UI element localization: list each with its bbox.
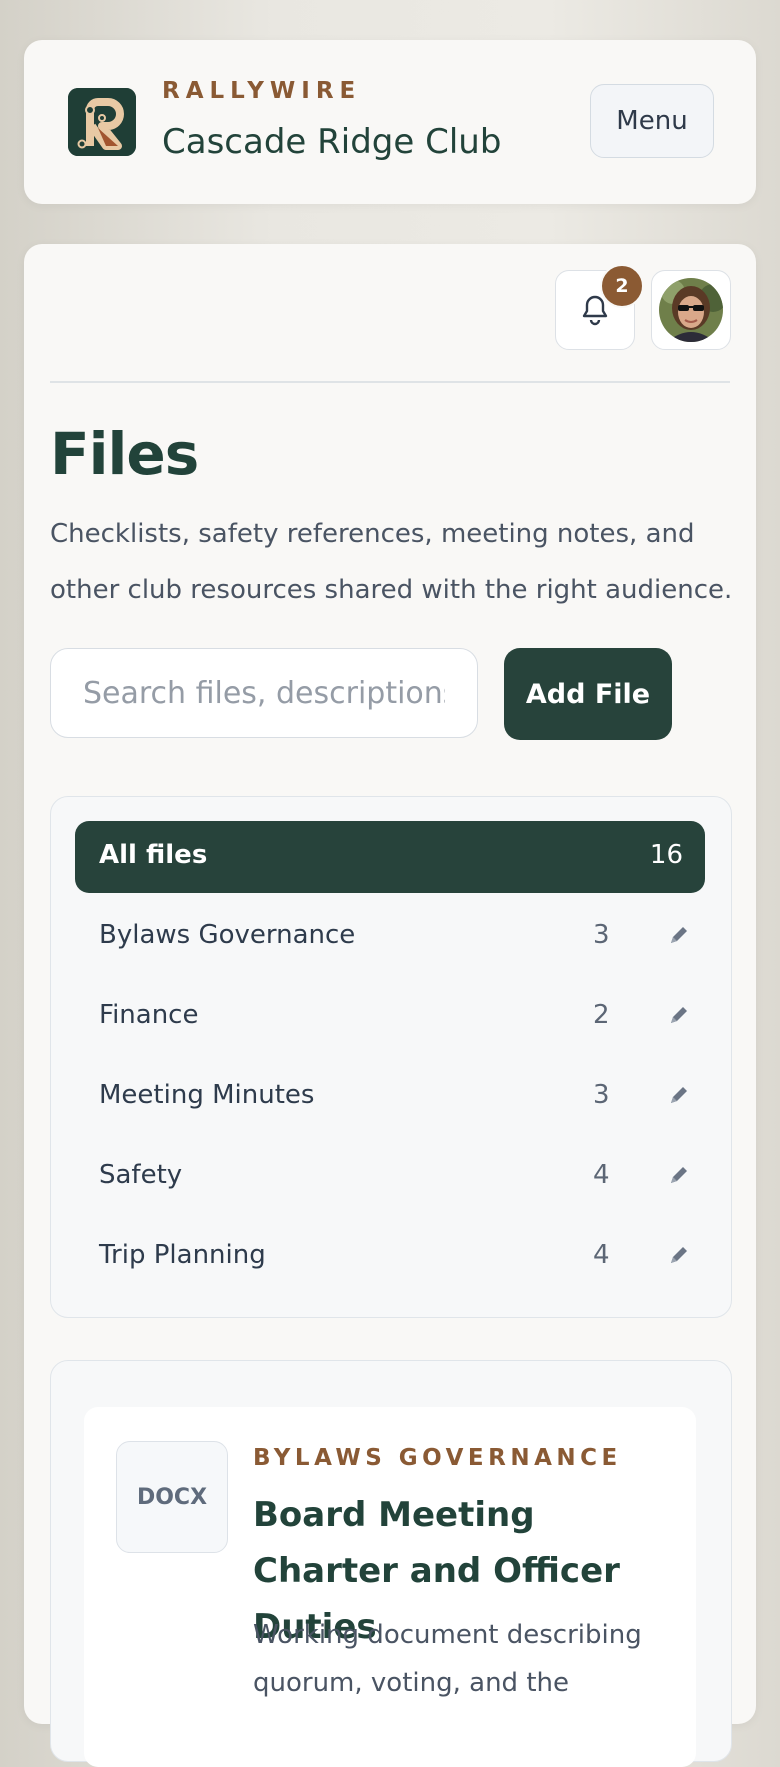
category-label: Safety <box>99 1160 183 1190</box>
category-bylaws-governance[interactable]: Bylaws Governance 3 <box>75 901 705 973</box>
page-title: Files <box>50 420 199 488</box>
category-label: Finance <box>99 1000 199 1030</box>
club-name: Cascade Ridge Club <box>162 122 502 162</box>
category-count: 4 <box>593 1160 610 1190</box>
file-list: DOCX BYLAWS GOVERNANCE Board Meeting Cha… <box>50 1360 732 1767</box>
rallywire-logo-icon[interactable] <box>68 88 136 156</box>
pencil-icon[interactable] <box>667 1243 691 1267</box>
file-card[interactable]: DOCX BYLAWS GOVERNANCE Board Meeting Cha… <box>84 1407 696 1767</box>
category-safety[interactable]: Safety 4 <box>75 1141 705 1213</box>
category-trip-planning[interactable]: Trip Planning 4 <box>75 1221 705 1293</box>
add-file-button[interactable]: Add File <box>504 648 672 740</box>
category-all-files[interactable]: All files 16 <box>75 821 705 893</box>
file-category: BYLAWS GOVERNANCE <box>253 1445 622 1471</box>
notification-count-badge: 2 <box>600 264 644 308</box>
file-type-badge: DOCX <box>116 1441 228 1553</box>
files-panel: 2 Files Checklists, safety references, m… <box>24 244 756 1767</box>
category-label: All files <box>99 840 208 870</box>
search-input[interactable] <box>50 648 478 738</box>
category-filter-list: All files 16 Bylaws Governance 3 Finance… <box>50 796 732 1318</box>
category-count: 3 <box>593 920 610 950</box>
category-count: 16 <box>649 840 683 870</box>
category-label: Meeting Minutes <box>99 1080 315 1110</box>
file-description: Working document describing quorum, voti… <box>253 1620 642 1698</box>
pencil-icon[interactable] <box>667 1003 691 1027</box>
pencil-icon[interactable] <box>667 1163 691 1187</box>
divider <box>50 381 730 383</box>
category-count: 3 <box>593 1080 610 1110</box>
pencil-icon[interactable] <box>667 923 691 947</box>
user-avatar-button[interactable] <box>651 270 731 350</box>
app-header: RALLYWIRE Cascade Ridge Club Menu <box>24 40 756 204</box>
category-label: Bylaws Governance <box>99 920 356 950</box>
menu-button[interactable]: Menu <box>590 84 714 158</box>
page-description: Checklists, safety references, meeting n… <box>50 519 733 605</box>
category-finance[interactable]: Finance 2 <box>75 981 705 1053</box>
brand-eyebrow: RALLYWIRE <box>162 78 362 104</box>
category-label: Trip Planning <box>99 1240 266 1270</box>
category-count: 2 <box>593 1000 610 1030</box>
pencil-icon[interactable] <box>667 1083 691 1107</box>
category-count: 4 <box>593 1240 610 1270</box>
category-meeting-minutes[interactable]: Meeting Minutes 3 <box>75 1061 705 1133</box>
avatar <box>659 278 723 342</box>
